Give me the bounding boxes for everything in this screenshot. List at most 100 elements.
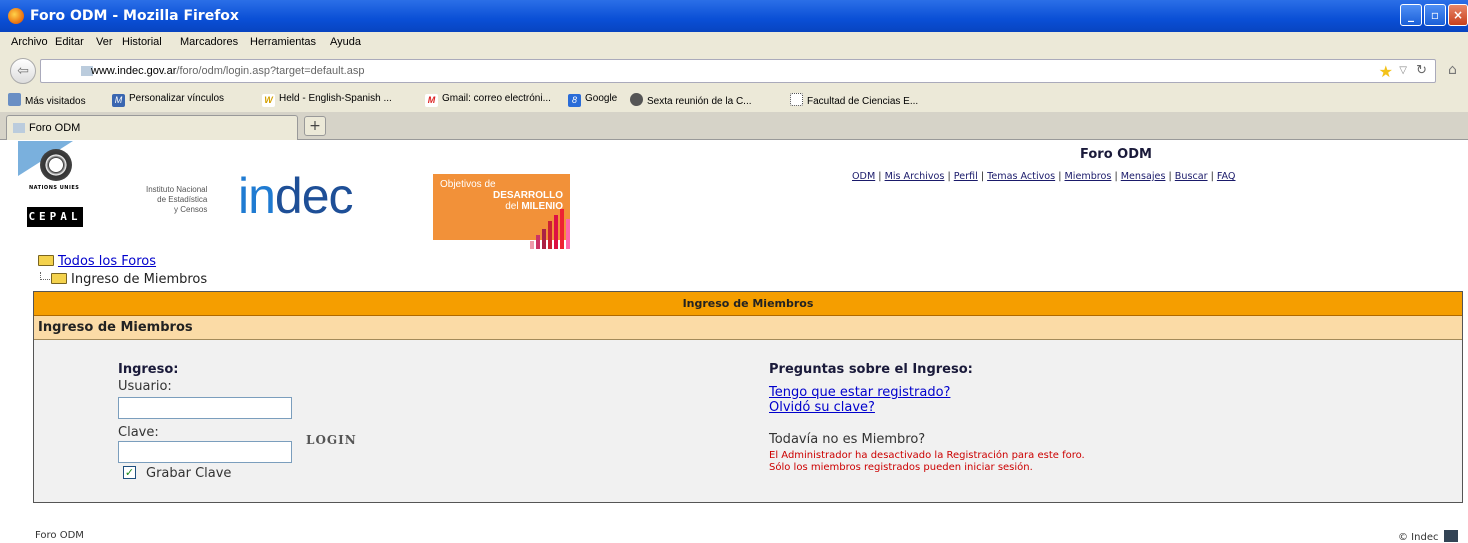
address-bar[interactable]: www.indec.gov.ar/foro/odm/login.asp?targ… [40,59,1436,83]
nav-link-temas-activos[interactable]: Temas Activos [987,171,1055,182]
bookmark-label: Personalizar vínculos [129,93,225,104]
login-panel-subheader: Ingreso de Miembros [34,316,1462,340]
bookmark-facultad[interactable]: Facultad de Ciencias E... [790,93,918,107]
odm-color-bars [530,209,574,249]
footer-copyright: © Indec [1398,530,1459,543]
username-label: Usuario: [118,379,172,394]
breadcrumb-root: Todos los Foros [38,254,156,269]
tree-connector [40,272,50,280]
tab-label: Foro ODM [29,122,81,134]
bookmark-label: Gmail: correo electróni... [442,93,551,104]
indec-logo: indec [238,167,354,225]
odm-logo-line2: DESARROLLO [493,190,563,201]
folder-open-icon [38,255,54,266]
members-only-message: Sólo los miembros registrados pueden ini… [769,462,1033,473]
back-button[interactable]: ⇦ [10,58,36,84]
tab-favicon-icon [13,123,25,133]
indec-subtitle-line: Instituto Nacional [146,185,208,194]
top-nav-links: ODM | Mis Archivos | Perfil | Temas Acti… [852,171,1236,182]
odm-logo-del: del [505,201,522,212]
menu-ver[interactable]: Ver [96,36,113,48]
login-panel-header: Ingreso de Miembros [34,292,1462,316]
indec-subtitle: Instituto Nacional de Estadística y Cens… [146,185,207,215]
menu-herramientas[interactable]: Herramientas [250,36,316,48]
password-input[interactable] [118,441,292,463]
odm-logo-line1: Objetivos de [440,179,496,190]
new-tab-button[interactable]: + [304,116,326,136]
menu-editar[interactable]: Editar [55,36,84,48]
address-path: /foro/odm/login.asp?target=default.asp [176,65,365,77]
bookmark-star-icon[interactable]: ★ [1379,62,1393,81]
nav-link-perfil[interactable]: Perfil [954,171,978,182]
breadcrumb-all-forums-link[interactable]: Todos los Foros [58,254,156,269]
bookmark-held[interactable]: W Held - English-Spanish ... [262,93,392,107]
login-button[interactable]: LOGIN [306,433,357,447]
indec-logo-part2: dec [274,168,354,224]
must-register-link[interactable]: Tengo que estar registrado? [769,385,950,400]
un-text: NATIONS UNIES [29,185,80,191]
login-panel: Ingreso de Miembros Ingreso de Miembros … [33,291,1463,503]
menu-archivo[interactable]: Archivo [11,36,48,48]
bookmark-mas-visitados[interactable]: Más visitados [8,93,86,107]
minimize-button[interactable]: _ [1400,4,1422,26]
questions-heading: Preguntas sobre el Ingreso: [769,362,973,377]
wr-icon: W [262,94,275,107]
login-panel-body: Ingreso: Usuario: Clave: LOGIN ✓ Grabar … [34,340,1462,502]
breadcrumb-current: Ingreso de Miembros [51,272,207,287]
address-host: www.indec.gov.ar [91,65,177,77]
login-heading: Ingreso: [118,362,179,377]
tab-bar: Foro ODM + [0,112,1468,140]
bookmark-label: Held - English-Spanish ... [279,93,392,104]
bookmarks-bar: Más visitados M Personalizar vínculos W He… [0,88,1468,112]
username-input[interactable] [118,397,292,419]
google-icon: 8 [568,94,581,107]
menu-historial[interactable]: Historial [122,36,162,48]
footer-forum-name: Foro ODM [35,530,84,541]
bookmark-label: Facultad de Ciencias E... [807,96,919,107]
not-member-text: Todavía no es Miembro? [769,432,926,447]
remember-password-label: Grabar Clave [146,466,232,481]
password-label: Clave: [118,425,159,440]
maximize-button[interactable]: ▫ [1424,4,1446,26]
firefox-icon [8,8,24,24]
bookmark-personalizar[interactable]: M Personalizar vínculos [112,93,224,107]
rss-icon[interactable] [1444,530,1459,542]
nav-link-buscar[interactable]: Buscar [1175,171,1208,182]
page-icon [790,93,803,106]
bookmark-google[interactable]: 8 Google [568,93,617,107]
nav-link-miembros[interactable]: Miembros [1065,171,1112,182]
nav-link-mis-archivos[interactable]: Mis Archivos [885,171,945,182]
nav-link-faq[interactable]: FAQ [1217,171,1236,182]
nav-link-mensajes[interactable]: Mensajes [1121,171,1166,182]
registration-disabled-message: El Administrador ha desactivado la Regis… [769,450,1085,461]
tab-foro-odm[interactable]: Foro ODM [6,115,298,140]
indec-subtitle-line: de Estadística [157,195,208,204]
folder-icon [51,273,67,284]
breadcrumb-current-label: Ingreso de Miembros [71,272,208,287]
msn-icon: M [112,94,125,107]
un-emblem-icon [40,149,72,181]
cepal-logo: CEPAL [27,207,83,227]
forgot-password-link[interactable]: Olvidó su clave? [769,400,875,415]
close-button[interactable]: × [1448,4,1468,26]
navigation-bar: ⇦ www.indec.gov.ar/foro/odm/login.asp?ta… [0,54,1468,88]
home-icon[interactable]: ⌂ [1448,62,1457,78]
reload-icon[interactable]: ↻ [1416,63,1427,78]
globe-icon [630,93,643,106]
menu-marcadores[interactable]: Marcadores [180,36,238,48]
bookmark-label: Google [585,93,618,104]
history-dropdown-icon[interactable]: ▽ [1399,65,1407,76]
indec-logo-part1: in [238,168,276,224]
window-title: Foro ODM - Mozilla Firefox [30,8,239,24]
menu-bar: Archivo Editar Ver Historial Marcadores … [0,32,1468,54]
gmail-icon: M [425,94,438,107]
remember-password-checkbox[interactable]: ✓ [123,466,136,479]
bookmark-sexta-reunion[interactable]: Sexta reunión de la C... [630,93,752,107]
menu-ayuda[interactable]: Ayuda [330,36,361,48]
nav-link-odm[interactable]: ODM [852,171,875,182]
bookmark-label: Sexta reunión de la C... [647,96,752,107]
bookmark-label: Más visitados [25,96,86,107]
bookmark-gmail[interactable]: M Gmail: correo electróni... [425,93,551,107]
address-url: www.indec.gov.ar/foro/odm/login.asp?targ… [91,65,364,77]
footer-copyright-text: © Indec [1398,532,1439,543]
